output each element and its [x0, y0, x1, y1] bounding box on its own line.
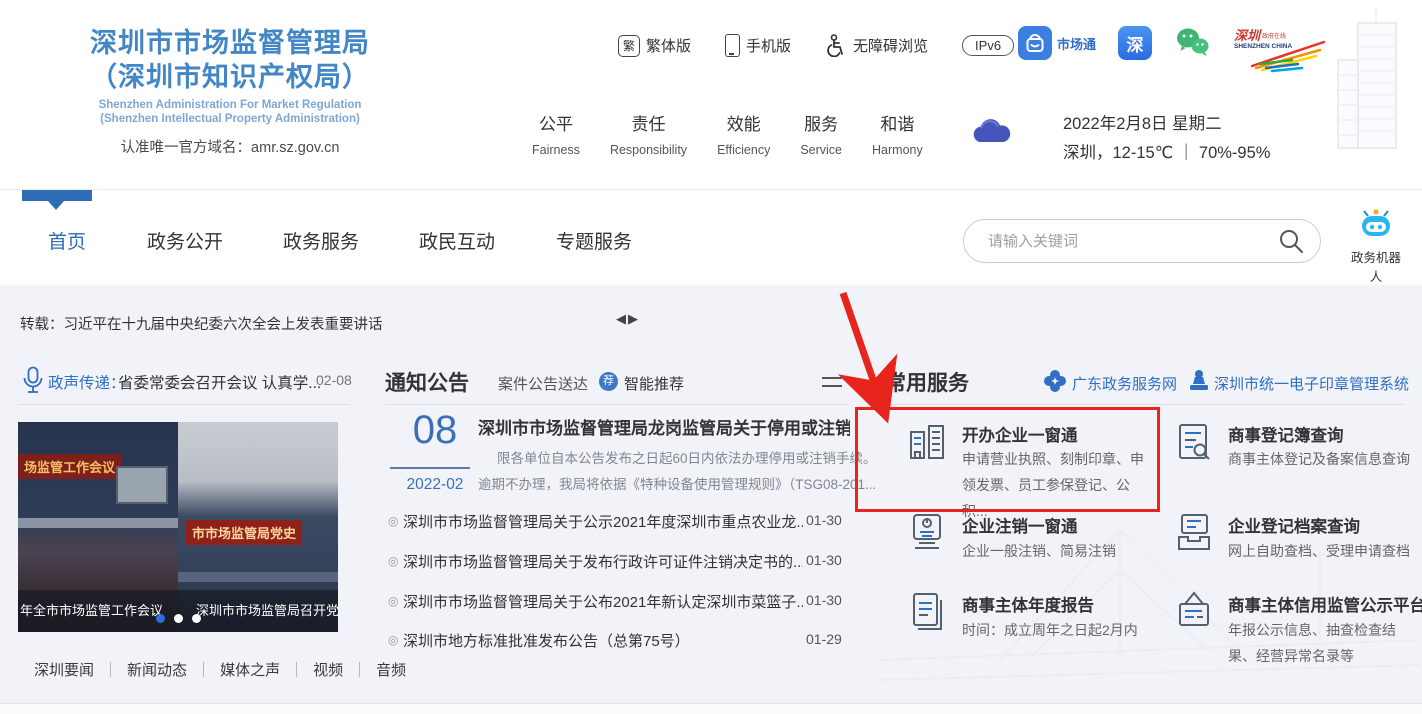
eseal-system-link[interactable]: 深圳市统一电子印章管理系统	[1214, 373, 1409, 394]
credit-platform-icon	[1179, 591, 1209, 626]
nav-home[interactable]: 首页	[48, 227, 86, 254]
ishenzhen-app-icon: 深	[1118, 26, 1153, 60]
app-icons: 市场通 深 深圳 政府在线 SHENZHEN CHINA	[1018, 26, 1330, 74]
bottom-strip	[0, 703, 1422, 714]
carousel-caption-right[interactable]: 深圳市市场监管局召开党史	[196, 600, 338, 619]
market-app-icon	[1018, 26, 1052, 60]
weather-cloud-icon	[973, 119, 1011, 142]
carousel-dot-3[interactable]	[192, 614, 201, 623]
quick-links: 繁 繁体版 手机版 无障碍浏览 IPv6	[618, 34, 1015, 57]
carousel-caption-bar: 年全市市场监管工作会议 深圳市市场监管局召开党史	[18, 590, 338, 632]
tab-audio[interactable]: 音频	[376, 659, 406, 680]
annual-report-icon	[913, 593, 942, 630]
site-logo[interactable]: 深圳市市场监督管理局 （深圳市知识产权局） Shenzhen Administr…	[20, 26, 440, 157]
search-input[interactable]	[986, 231, 1278, 251]
active-tab-bar	[22, 190, 92, 201]
gov-robot-button[interactable]: 政务机器人	[1346, 208, 1406, 285]
services-section-title: 常用服务	[885, 372, 969, 395]
cancel-business-icon	[913, 514, 941, 549]
wechat-icon	[1177, 28, 1209, 56]
site-title-en2: (Shenzhen Intellectual Property Administ…	[100, 113, 360, 125]
tab-video[interactable]: 视频	[313, 659, 343, 680]
svg-text:政府在线: 政府在线	[1262, 32, 1286, 40]
weather-info: 深圳，12-15℃ ｜ 70%-95%	[1063, 144, 1271, 162]
tab-shenzhen-news[interactable]: 深圳要闻	[34, 659, 94, 680]
site-title: 深圳市市场监督管理局	[90, 28, 370, 58]
ipv6-badge[interactable]: IPv6	[962, 35, 1015, 56]
voice-news-title[interactable]: 省委常委会召开会议 认真学...	[118, 371, 321, 393]
ishenzhen-app-link[interactable]: 深	[1118, 26, 1153, 60]
mobile-version-link[interactable]: 手机版	[725, 34, 791, 57]
official-domain: 认准唯一官方域名：amr.sz.gov.cn	[120, 140, 340, 156]
middle-divider	[385, 404, 848, 405]
featured-date-underline	[390, 467, 470, 469]
search-button[interactable]	[1278, 228, 1304, 254]
smart-recommend-link[interactable]: 智能推荐	[624, 373, 684, 394]
carousel-dots	[156, 614, 201, 623]
carousel-dot-2[interactable]	[174, 614, 183, 623]
nav-special-services[interactable]: 专题服务	[556, 227, 632, 254]
featured-notice-summary-2: 逾期不办理，我局将依据《特种设备使用管理规则》（TSG08-201...	[478, 477, 877, 492]
carousel-caption-left[interactable]: 年全市市场监管工作会议	[20, 600, 163, 619]
ticker-nav-arrows[interactable]: ◀▶	[616, 311, 640, 327]
site-title-en1: Shenzhen Administration For Market Regul…	[98, 99, 362, 111]
active-tab-pointer	[48, 201, 64, 210]
search-icon	[1280, 230, 1303, 253]
building-sketch	[1337, 7, 1397, 149]
archive-query-icon	[1178, 514, 1210, 550]
svg-text:SHENZHEN CHINA: SHENZHEN CHINA	[1234, 43, 1292, 50]
recommend-badge-icon: 荐	[599, 372, 618, 391]
right-divider	[885, 404, 1405, 405]
header-divider	[0, 189, 1422, 190]
ticker-headline[interactable]: 转载：习近平在十九届中央纪委六次全会上发表重要讲话	[20, 313, 383, 334]
nav-interaction[interactable]: 政民互动	[419, 227, 495, 254]
value-zh: 效能	[726, 115, 761, 134]
registry-query-icon	[1179, 424, 1210, 460]
open-business-icon	[910, 425, 944, 459]
tab-media-voice[interactable]: 媒体之声	[220, 659, 280, 680]
value-zh: 公平	[538, 115, 573, 134]
case-announcement-link[interactable]: 案件公告送达	[498, 373, 588, 394]
traditional-version-link[interactable]: 繁 繁体版	[618, 34, 691, 57]
voice-channel-label[interactable]: 政声传递：	[48, 371, 126, 393]
eseal-icon	[1190, 370, 1208, 390]
nav-gov-services[interactable]: 政务服务	[283, 227, 359, 254]
nav-gov-affairs[interactable]: 政务公开	[147, 227, 223, 254]
notices-section-title: 通知公告	[385, 372, 469, 395]
notices-more-icon[interactable]	[822, 377, 842, 393]
site-subtitle: （深圳市知识产权局）	[90, 62, 370, 92]
tab-news-updates[interactable]: 新闻动态	[127, 659, 187, 680]
value-zh: 服务	[804, 115, 839, 134]
guangdong-service-link[interactable]: 广东政务服务网	[1072, 373, 1177, 394]
current-date: 2022年2月8日 星期二	[1063, 115, 1222, 133]
core-values: 公平 Fairness 责任 Responsibility 效能 Efficiency…	[532, 110, 923, 157]
featured-notice-day: 08	[412, 408, 458, 452]
news-photo-carousel[interactable]: 场监管工作会议 市市场监管局党史 年全市市场监管工作会议 深圳市市场监管局召开党…	[18, 422, 338, 632]
search-box	[963, 219, 1321, 263]
microphone-icon	[23, 366, 43, 393]
left-divider	[18, 404, 350, 405]
featured-notice-summary-1: 限各单位自本公告发布之日起60日内依法办理停用或注销手续。	[497, 451, 877, 466]
traditional-icon: 繁	[618, 34, 640, 57]
market-app-link[interactable]: 市场通	[1018, 26, 1096, 60]
carousel-dot-1[interactable]	[156, 614, 165, 623]
guangdong-service-icon	[1044, 370, 1066, 392]
page: 深圳市市场监督管理局 （深圳市知识产权局） Shenzhen Administr…	[0, 0, 1422, 714]
featured-notice-month: 2022-02	[406, 476, 464, 493]
voice-news-date: 02-08	[316, 372, 352, 388]
robot-label: 政务机器人	[1350, 251, 1401, 284]
accessibility-icon	[827, 34, 843, 57]
shenzhen-china-logo[interactable]: 深圳 政府在线 SHENZHEN CHINA	[1232, 26, 1330, 74]
svg-text:深圳: 深圳	[1234, 28, 1262, 43]
accessibility-link[interactable]: 无障碍浏览	[825, 34, 928, 57]
phone-icon	[725, 34, 741, 57]
featured-notice-title[interactable]: 深圳市市场监督管理局龙岗监管局关于停用或注销...	[478, 414, 850, 439]
robot-icon	[1362, 209, 1390, 236]
value-zh: 责任	[631, 115, 666, 134]
value-zh: 和谐	[880, 115, 915, 134]
news-category-tabs: 深圳要闻｜ 新闻动态｜ 媒体之声｜ 视频｜ 音频	[34, 659, 406, 680]
wechat-link[interactable]	[1174, 26, 1210, 58]
